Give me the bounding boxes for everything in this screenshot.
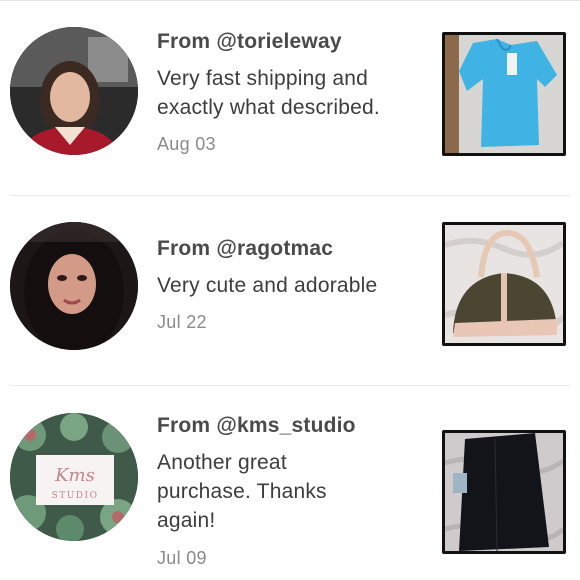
review-feed: From @torieleway Very fast shipping and … <box>0 0 580 580</box>
review-text: Another great purchase. Thanks again! <box>157 451 327 532</box>
item-thumbnail[interactable] <box>442 222 566 346</box>
user-avatar[interactable] <box>10 27 138 155</box>
kms-studio-logo-icon: Kms STUDIO <box>10 413 138 541</box>
review-date: Jul 09 <box>157 548 207 568</box>
logo-script: Kms <box>54 465 95 486</box>
blue-top-photo-icon <box>445 35 563 153</box>
review-username[interactable]: From @kms_studio <box>157 414 356 438</box>
review-username[interactable]: From @ragotmac <box>157 237 333 261</box>
review-text: Very cute and adorable <box>157 274 378 297</box>
review-item: From @torieleway Very fast shipping and … <box>0 0 580 196</box>
user-avatar[interactable]: Kms STUDIO <box>10 413 138 541</box>
review-item: Kms STUDIO From @kms_studio Another grea… <box>0 386 580 580</box>
review-username[interactable]: From @torieleway <box>157 30 342 54</box>
handbag-photo-icon <box>445 225 563 343</box>
black-skirt-photo-icon <box>445 433 563 551</box>
review-item: From @ragotmac Very cute and adorable Ju… <box>0 196 580 386</box>
logo-word: STUDIO <box>52 491 99 501</box>
user-photo-icon <box>10 222 138 350</box>
review-date: Jul 22 <box>157 312 207 332</box>
user-photo-icon <box>10 27 138 155</box>
user-avatar[interactable] <box>10 222 138 350</box>
review-date: Aug 03 <box>157 134 216 154</box>
item-thumbnail[interactable] <box>442 430 566 554</box>
item-thumbnail[interactable] <box>442 32 566 156</box>
review-text: Very fast shipping and exactly what desc… <box>157 67 380 119</box>
